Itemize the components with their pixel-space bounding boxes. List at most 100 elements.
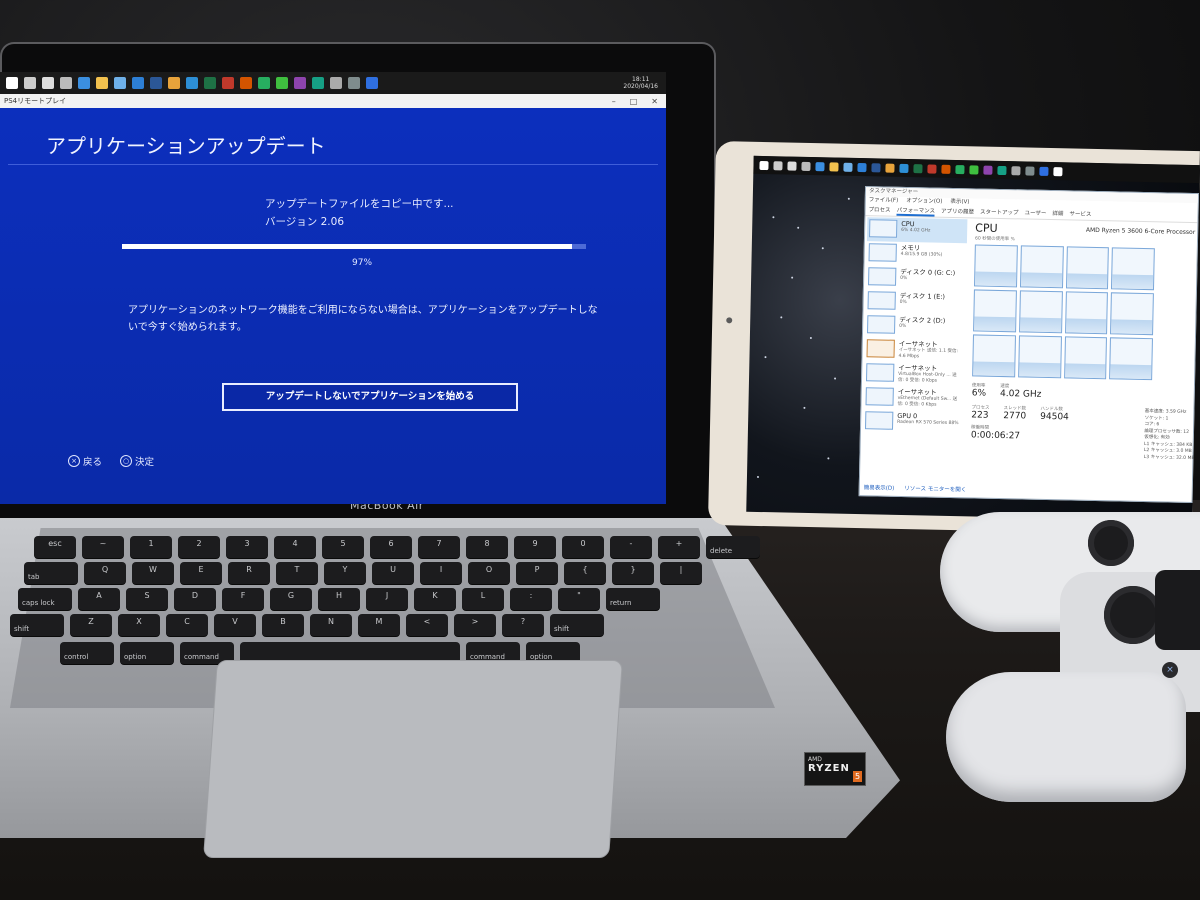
- key[interactable]: 9: [514, 536, 556, 558]
- key[interactable]: ?: [502, 614, 544, 636]
- taskbar-app-icon[interactable]: [829, 161, 839, 172]
- left-stick[interactable]: [1088, 520, 1134, 566]
- right-stick[interactable]: [1104, 586, 1162, 644]
- sidebar-item-resource[interactable]: イーサネット vEthernet (Default Sw... 送信: 0 受信:…: [863, 385, 963, 411]
- key[interactable]: P: [516, 562, 558, 584]
- taskbar-app-icon[interactable]: [1025, 165, 1035, 176]
- key[interactable]: delete: [706, 536, 760, 558]
- key[interactable]: T: [276, 562, 318, 584]
- cortana-icon[interactable]: [42, 77, 54, 89]
- taskbar-app-icon[interactable]: [899, 163, 909, 173]
- key[interactable]: D: [174, 588, 216, 610]
- app-icon[interactable]: [222, 77, 234, 89]
- app-icon[interactable]: [312, 77, 324, 89]
- taskbar-app-icon[interactable]: [843, 162, 853, 172]
- key[interactable]: shift: [10, 614, 64, 636]
- key[interactable]: L: [462, 588, 504, 610]
- taskbar-app-icon[interactable]: [927, 163, 937, 174]
- taskbar-app-icon[interactable]: [871, 162, 881, 172]
- key[interactable]: option: [120, 642, 174, 664]
- start-without-update-button[interactable]: アップデートしないでアプリケーションを始める: [222, 383, 518, 411]
- tab-services[interactable]: サービス: [1069, 209, 1091, 219]
- nav-confirm[interactable]: ○ 決定: [120, 454, 154, 468]
- key[interactable]: caps lock: [18, 588, 72, 610]
- sidebar-item-resource[interactable]: GPU 0 Radeon RX 570 Series 88%: [863, 409, 963, 435]
- key[interactable]: :: [510, 588, 552, 610]
- taskbar-app-icon[interactable]: [1053, 166, 1063, 176]
- app-icon[interactable]: [330, 77, 342, 89]
- key[interactable]: }: [612, 562, 654, 584]
- sidebar-item-cpu[interactable]: CPU 6% 4.02 GHz: [866, 217, 968, 244]
- search-icon[interactable]: [24, 77, 36, 89]
- key[interactable]: ~: [82, 536, 124, 558]
- taskbar-app-icon[interactable]: [1039, 166, 1049, 176]
- key[interactable]: M: [358, 614, 400, 636]
- line-icon[interactable]: [276, 77, 288, 89]
- explorer-icon[interactable]: [96, 77, 108, 89]
- tab-users[interactable]: ユーザー: [1024, 208, 1046, 218]
- key[interactable]: 5: [322, 536, 364, 558]
- key[interactable]: control: [60, 642, 114, 664]
- key[interactable]: esc: [34, 536, 76, 558]
- taskbar-app-icon[interactable]: [773, 160, 783, 170]
- edge-icon[interactable]: [78, 77, 90, 89]
- menu-view[interactable]: 表示(V): [950, 198, 969, 207]
- key[interactable]: B: [262, 614, 304, 636]
- controller-touchpad[interactable]: [1155, 570, 1200, 650]
- key[interactable]: 1: [130, 536, 172, 558]
- key[interactable]: return: [606, 588, 660, 610]
- key[interactable]: 6: [370, 536, 412, 558]
- resource-monitor-link[interactable]: リソース モニターを開く: [904, 484, 966, 493]
- sidebar-item-resource[interactable]: ディスク 2 (D:) 0%: [865, 313, 965, 339]
- taskbar-app-icon[interactable]: [969, 164, 979, 175]
- key[interactable]: +: [658, 536, 700, 558]
- tab-startup[interactable]: スタートアップ: [980, 208, 1019, 219]
- sidebar-item-resource[interactable]: イーサネット イーサネット 送信: 1.1 受信: 4.6 Mbps: [864, 337, 964, 363]
- key[interactable]: 3: [226, 536, 268, 558]
- sidebar-item-resource[interactable]: メモリ 4.8/15.9 GB (30%): [866, 241, 966, 267]
- key[interactable]: F: [222, 588, 264, 610]
- sidebar-item-resource[interactable]: イーサネット VirtualBox Host-Only ... 送信: 0 受信:…: [864, 361, 964, 387]
- key[interactable]: tab: [24, 562, 78, 584]
- key[interactable]: K: [414, 588, 456, 610]
- taskbar-app-icon[interactable]: [815, 161, 825, 171]
- taskbar-clock[interactable]: 18:11 2020/04/16: [623, 76, 658, 90]
- store-icon[interactable]: [114, 77, 126, 89]
- close-button[interactable]: ✕: [651, 97, 658, 106]
- trackpad[interactable]: [203, 660, 623, 858]
- taskbar-app-icon[interactable]: [955, 164, 965, 174]
- terminal-icon[interactable]: [150, 77, 162, 89]
- key[interactable]: S: [126, 588, 168, 610]
- tab-app-history[interactable]: アプリの履歴: [941, 207, 974, 218]
- key[interactable]: H: [318, 588, 360, 610]
- key[interactable]: V: [214, 614, 256, 636]
- taskbar-app-icon[interactable]: [885, 163, 895, 173]
- key[interactable]: W: [132, 562, 174, 584]
- nav-back[interactable]: × 戻る: [68, 454, 102, 468]
- taskbar-app-icon[interactable]: [997, 165, 1007, 175]
- excel-icon[interactable]: [204, 77, 216, 89]
- taskbar-app-icon[interactable]: [941, 164, 951, 174]
- remoteplay-icon[interactable]: [366, 77, 378, 89]
- key[interactable]: shift: [550, 614, 604, 636]
- key[interactable]: <: [406, 614, 448, 636]
- taskbar-app-icon[interactable]: [983, 165, 993, 175]
- key[interactable]: Q: [84, 562, 126, 584]
- cross-button-icon[interactable]: ×: [1162, 662, 1178, 678]
- key[interactable]: X: [118, 614, 160, 636]
- key[interactable]: C: [166, 614, 208, 636]
- key[interactable]: J: [366, 588, 408, 610]
- minimize-button[interactable]: –: [612, 97, 616, 106]
- key[interactable]: ": [558, 588, 600, 610]
- key[interactable]: Y: [324, 562, 366, 584]
- sidebar-item-resource[interactable]: ディスク 0 (G: C:) 0%: [866, 265, 966, 291]
- tab-processes[interactable]: プロセス: [868, 205, 891, 215]
- key[interactable]: 0: [562, 536, 604, 558]
- key[interactable]: {: [564, 562, 606, 584]
- key[interactable]: O: [468, 562, 510, 584]
- key[interactable]: -: [610, 536, 652, 558]
- app-icon[interactable]: [258, 77, 270, 89]
- key[interactable]: 8: [466, 536, 508, 558]
- key[interactable]: A: [78, 588, 120, 610]
- chrome-icon[interactable]: [168, 77, 180, 89]
